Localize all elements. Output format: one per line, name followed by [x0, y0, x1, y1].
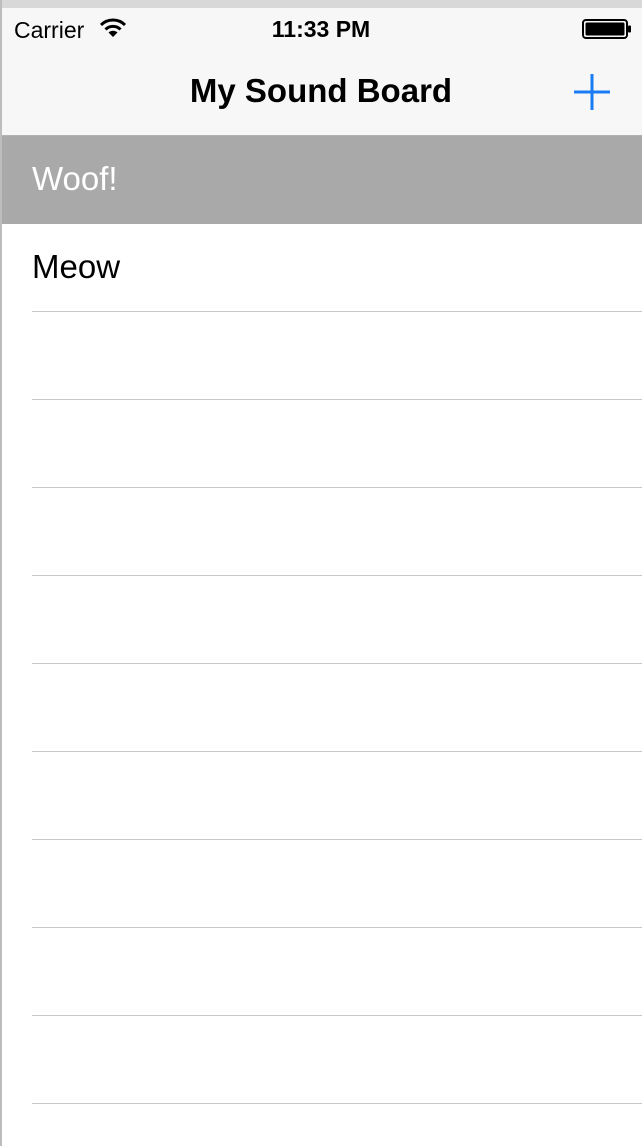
sound-row[interactable]	[0, 488, 642, 576]
sound-row[interactable]: Woof!	[0, 136, 642, 224]
sound-list: Woof! Meow	[0, 136, 642, 1146]
sound-row[interactable]: Meow	[0, 224, 642, 312]
navigation-bar: My Sound Board	[0, 48, 642, 136]
sound-row[interactable]	[0, 1104, 642, 1146]
sound-row[interactable]	[0, 928, 642, 1016]
iphone-screen: Carrier 11:33 PM My Sound Board Woof! Meo…	[0, 0, 642, 1146]
status-bar: Carrier 11:33 PM	[0, 8, 642, 48]
sound-row[interactable]	[0, 576, 642, 664]
sound-row[interactable]	[0, 1016, 642, 1104]
plus-icon	[574, 74, 610, 110]
battery-full-icon	[582, 19, 631, 39]
status-time: 11:33 PM	[271, 16, 371, 42]
sound-row[interactable]	[0, 840, 642, 928]
sound-row[interactable]	[0, 752, 642, 840]
sound-row-label: Meow	[32, 248, 121, 285]
sound-row[interactable]	[0, 664, 642, 752]
sound-row[interactable]	[0, 312, 642, 400]
screen-left-edge	[0, 0, 2, 1146]
sound-row-label: Woof!	[32, 160, 118, 197]
sound-row[interactable]	[0, 400, 642, 488]
screen-top-edge	[0, 0, 642, 8]
page-title: My Sound Board	[189, 72, 453, 109]
add-sound-button[interactable]	[568, 68, 616, 116]
